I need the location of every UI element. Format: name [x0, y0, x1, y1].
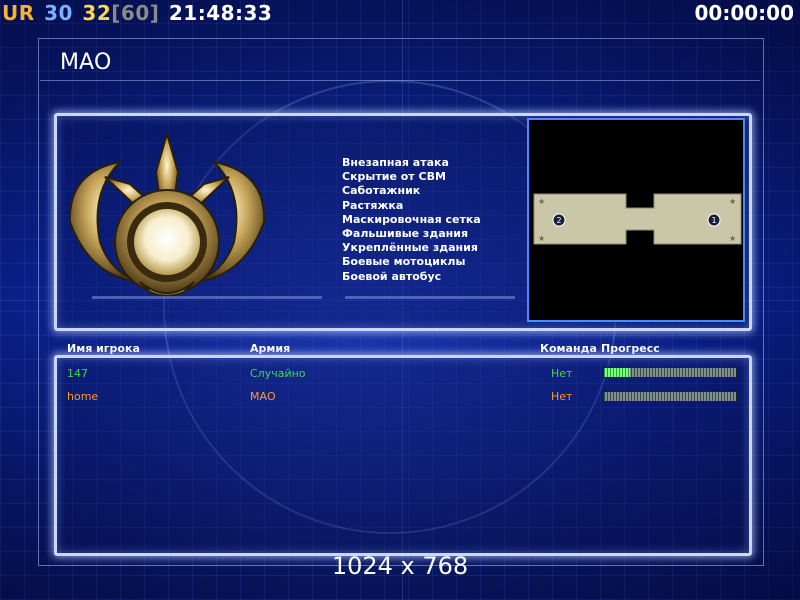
feature-item: Укреплённые здания — [342, 241, 478, 255]
feature-item: Боевой автобус — [342, 269, 442, 283]
column-header-progress: Прогресс — [601, 342, 660, 355]
feature-item: Внезапная атака — [342, 156, 449, 169]
player-list-panel — [54, 355, 752, 556]
hud-stats: UR 30 32[60] 21:48:33 — [2, 1, 274, 25]
player-progress-bar — [603, 391, 737, 402]
progress-fill — [604, 368, 631, 377]
player-name: home — [67, 390, 99, 403]
svg-text:★: ★ — [729, 197, 736, 206]
hud-fps-current: 30 — [44, 1, 73, 25]
hud-fps-alt: 32 — [82, 1, 112, 25]
player-team: Нет — [551, 390, 573, 403]
column-header-team: Команда — [540, 342, 597, 355]
feature-item: Боевые мотоциклы — [342, 255, 466, 269]
army-emblem-icon — [68, 132, 266, 297]
start-position-marker: 2 — [552, 213, 566, 227]
feature-item: Фальшивые здания — [342, 227, 469, 241]
start-position-label: 2 — [556, 216, 561, 225]
column-header-army: Армия — [250, 342, 291, 355]
column-header-player: Имя игрока — [67, 342, 140, 355]
army-features-list: Внезапная атака Скрытие от СВМ Саботажни… — [342, 156, 481, 284]
title-bar — [40, 40, 760, 81]
player-army: МАО — [250, 390, 276, 403]
player-team: Нет — [551, 367, 573, 380]
page-title: МАО — [60, 50, 112, 75]
map-preview: ★ ★ ★ ★ 2 1 — [527, 118, 745, 322]
player-progress-bar — [603, 367, 737, 378]
map-layout: ★ ★ ★ ★ 2 1 — [533, 193, 742, 245]
start-position-marker: 1 — [707, 213, 721, 227]
hud-tag: UR — [2, 1, 35, 25]
start-position-label: 1 — [711, 216, 716, 225]
svg-text:★: ★ — [538, 234, 545, 243]
feature-item: Растяжка — [342, 198, 404, 212]
decor-line — [345, 296, 515, 299]
resolution-label: 1024 x 768 — [331, 552, 469, 580]
player-name: 147 — [67, 367, 88, 380]
player-army: Случайно — [250, 367, 306, 380]
feature-item: Маскировочная сетка — [342, 212, 481, 226]
hud-timer: 00:00:00 — [694, 1, 795, 25]
hud-fps-max: [60] — [111, 1, 160, 25]
feature-item: Саботажник — [342, 184, 421, 198]
svg-text:★: ★ — [729, 234, 736, 243]
decor-line — [92, 296, 322, 299]
svg-text:★: ★ — [538, 197, 545, 206]
hud-clock: 21:48:33 — [168, 1, 273, 25]
feature-item: Скрытие от СВМ — [342, 170, 446, 184]
